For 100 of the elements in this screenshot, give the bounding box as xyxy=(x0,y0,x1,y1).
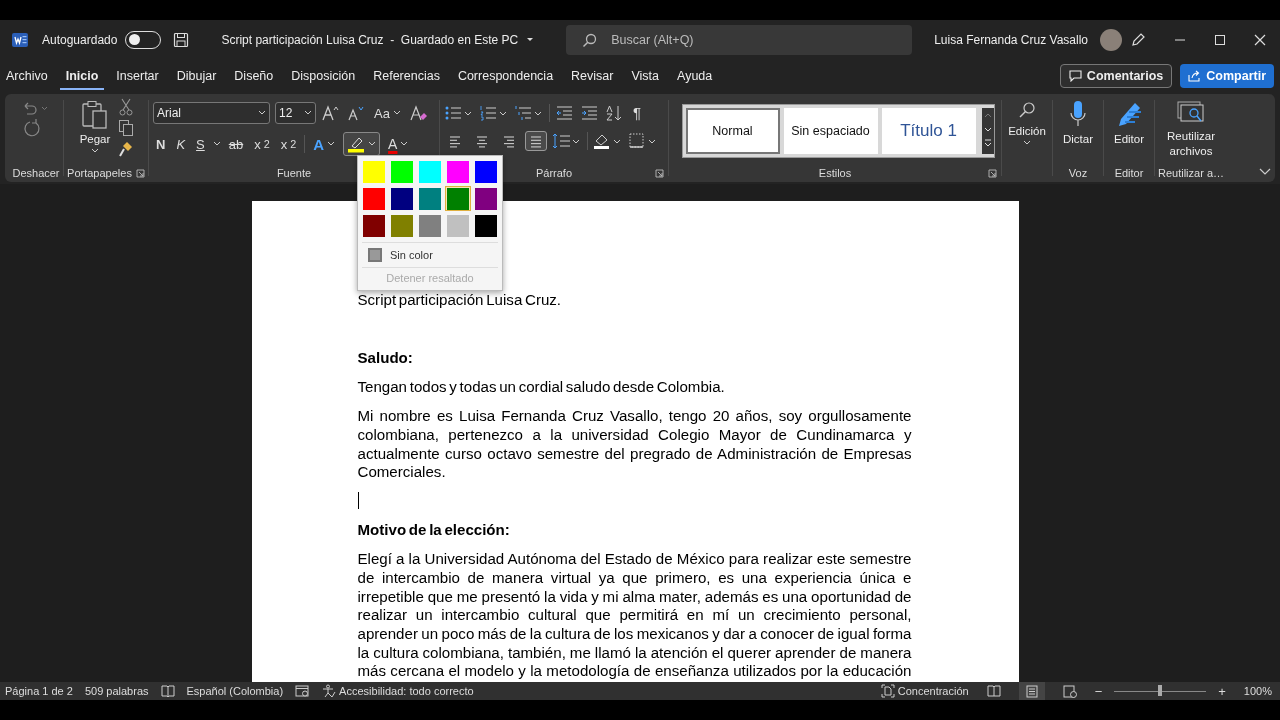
shrink-font-icon[interactable] xyxy=(346,104,366,122)
language[interactable]: Español (Colombia) xyxy=(186,685,284,697)
caret-icon xyxy=(304,110,312,116)
menu-tab[interactable]: Disposición xyxy=(285,62,362,90)
font-color-button[interactable]: A xyxy=(385,134,412,154)
style-option[interactable]: Normal xyxy=(685,108,780,154)
copy-icon[interactable] xyxy=(118,119,135,137)
heading: Motivo de la elección: xyxy=(357,521,511,541)
caret-icon xyxy=(392,110,401,116)
group-label: Voz xyxy=(1068,167,1088,179)
word-count[interactable]: 509 palabras xyxy=(84,685,149,697)
highlight-button[interactable] xyxy=(343,132,381,156)
group-label: Estilos xyxy=(818,167,852,179)
numbering-icon[interactable] xyxy=(479,103,509,122)
caret-icon xyxy=(526,37,535,43)
display-settings-icon[interactable] xyxy=(295,684,311,698)
maximize-icon[interactable] xyxy=(1214,34,1226,46)
comments-button[interactable]: Comentarios xyxy=(1059,64,1173,88)
menu-tab[interactable]: Correspondencia xyxy=(451,62,560,90)
clear-formatting-icon[interactable] xyxy=(408,104,429,122)
group-label: Deshacer xyxy=(12,167,60,179)
style-option[interactable]: Sin espaciado xyxy=(783,108,878,154)
caret-icon xyxy=(368,141,377,147)
autosave-label: Autoguardado xyxy=(42,33,118,47)
launcher-icon[interactable] xyxy=(655,168,664,178)
paragraph: Elegí a la Universidad Autónoma del Estado de México para realizar este semestre de intercambio de manera virtual ya que primero, es una experiencia única e irrepetible que me presentó la vida y mi alma mater, además es una oportunidad de realizar un intercambio cultural que permitirá en mí un crecimiento personal, aprender un poco más de la cultura de los mexicanos y dar a conocer de igual forma la cultura colombiana, también, me llamó la atención el querer aprender de manera más cercana el modelo y la metodología de enseñanza utilizados por la educación xyxy=(357,550,912,682)
pen-icon[interactable] xyxy=(1130,32,1146,48)
page-count[interactable]: Página 1 de 2 xyxy=(5,685,73,697)
menu-tab[interactable]: Dibujar xyxy=(170,62,223,90)
scissors-icon[interactable] xyxy=(118,98,135,116)
caret-icon xyxy=(258,110,266,116)
menu-tab[interactable]: Archivo xyxy=(0,62,54,90)
dictate-button[interactable]: Dictar xyxy=(1061,98,1095,167)
book-check-icon[interactable] xyxy=(160,684,175,698)
text-cursor xyxy=(357,492,359,510)
view-button[interactable] xyxy=(1018,682,1045,700)
no-color-icon xyxy=(368,248,382,262)
document-title[interactable]: Script participación Luisa Cruz - Guardado en Este PC xyxy=(221,33,535,47)
italic-button[interactable]: K xyxy=(173,134,189,154)
search-field[interactable]: Buscar (Alt+Q) xyxy=(566,25,913,55)
reuse-files-button[interactable]: Reutilizar archivos xyxy=(1157,98,1225,167)
launcher-icon[interactable] xyxy=(135,168,145,178)
zoom-in-button[interactable]: + xyxy=(1218,683,1226,699)
clipboard-icon xyxy=(81,100,109,130)
heading: Saludo: xyxy=(357,349,414,368)
format-painter-icon[interactable] xyxy=(118,140,135,158)
multilevel-list-icon[interactable] xyxy=(514,103,544,122)
avatar[interactable] xyxy=(1100,29,1122,51)
style-option[interactable]: Título 1 xyxy=(881,108,976,154)
focus-button[interactable]: Concentración xyxy=(880,684,969,698)
search-icon xyxy=(582,33,598,48)
paragraph: Tengan todos y todas un cordial saludo desde Colombia. xyxy=(357,378,726,397)
editor-button[interactable]: Editor xyxy=(1111,98,1146,167)
align-icon xyxy=(529,134,543,148)
share-icon xyxy=(1188,70,1202,82)
close-icon[interactable] xyxy=(1254,34,1266,46)
launcher-icon[interactable] xyxy=(988,168,997,178)
zoom-slider-thumb[interactable] xyxy=(1158,685,1163,696)
menu-tab[interactable]: Revisar xyxy=(565,62,620,90)
menu-tab[interactable]: Ayuda xyxy=(671,62,719,90)
accessibility-status[interactable]: Accesibilidad: todo correcto xyxy=(322,684,474,698)
font-size-dropdown[interactable]: 12 xyxy=(275,102,316,124)
group-label: Portapapeles xyxy=(67,167,132,179)
caret-icon xyxy=(91,148,99,154)
collapse-ribbon-icon[interactable] xyxy=(1259,168,1271,176)
menu-tab[interactable]: Inicio xyxy=(59,62,105,90)
caret-icon[interactable] xyxy=(212,141,221,147)
caret-icon xyxy=(400,141,409,147)
menu-tab[interactable]: Diseño xyxy=(228,62,280,90)
shading-icon[interactable] xyxy=(593,132,623,150)
caret-icon xyxy=(327,141,336,147)
menu-tab[interactable]: Referencias xyxy=(367,62,446,90)
no-color-option[interactable]: Sin color xyxy=(358,246,502,264)
bold-button[interactable]: N xyxy=(153,134,169,154)
paste-button[interactable]: Pegar xyxy=(77,98,113,156)
show-formatting-button[interactable]: ¶ xyxy=(630,102,645,123)
font-dropdown[interactable]: Arial xyxy=(153,102,270,124)
save-icon[interactable] xyxy=(173,32,190,48)
comment-icon xyxy=(1068,70,1082,82)
borders-icon[interactable] xyxy=(628,132,658,150)
grow-font-icon[interactable] xyxy=(321,104,341,122)
highlighter-icon xyxy=(347,135,366,153)
increase-indent-icon[interactable] xyxy=(580,103,600,122)
change-case-button[interactable]: Aa xyxy=(371,103,404,123)
word-logo-icon xyxy=(12,32,28,48)
align-button[interactable] xyxy=(525,131,547,151)
underline-button[interactable]: S xyxy=(193,134,208,154)
decrease-indent-icon[interactable] xyxy=(555,103,575,122)
editing-button[interactable]: Edición xyxy=(1006,98,1048,179)
align-icon xyxy=(475,134,489,148)
menu-tab[interactable]: Vista xyxy=(625,62,666,90)
user-name[interactable]: Luisa Fernanda Cruz Vasallo xyxy=(934,33,1088,47)
focus-icon xyxy=(880,684,895,698)
zoom-level[interactable]: 100% xyxy=(1243,685,1272,697)
text-effects-button[interactable]: A xyxy=(310,133,339,155)
line-spacing-icon[interactable] xyxy=(552,132,582,150)
share-button[interactable]: Compartir xyxy=(1180,64,1274,88)
menu-tab[interactable]: Insertar xyxy=(110,62,165,90)
zoom-out-button[interactable]: − xyxy=(1094,683,1103,699)
strikethrough-button[interactable]: ab xyxy=(225,134,247,154)
